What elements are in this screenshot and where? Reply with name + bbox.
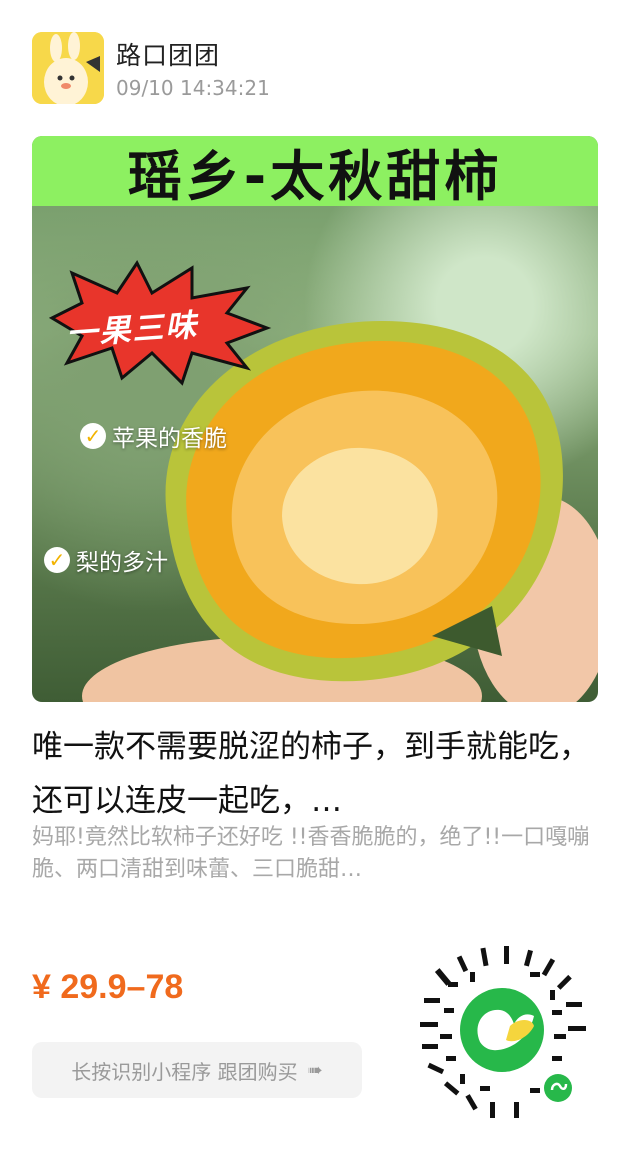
product-price: ¥ 29.9–78 [32,968,184,1006]
feature-tag-label: 苹果的香脆 [112,426,227,452]
product-banner: 瑶乡-太秋甜柿 [32,136,598,206]
product-description: 妈耶!竟然比软柿子还好吃 !!香香脆脆的，绝了!!一口嘎嘣脆、两口清甜到味蕾、三… [32,825,590,882]
check-icon: ✓ [44,547,70,573]
mini-program-code[interactable] [410,938,594,1122]
burst-label: 一果三味 [65,307,200,353]
feature-tag: ✓ 苹果的香脆 [80,419,227,453]
product-title[interactable]: 唯一款不需要脱涩的柿子，到手就能吃，还可以连皮一起吃，… [32,720,592,828]
check-icon: ✓ [80,423,106,449]
post-header: 路口团团 09/10 14:34:21 [32,32,592,104]
feature-tag: ✓ 梨的多汁 [44,543,168,577]
join-group-buy-button[interactable]: 长按识别小程序 跟团购买 ➠ [32,1042,362,1098]
feature-tag-label: 梨的多汁 [76,550,168,576]
post-timestamp: 09/10 14:34:21 [116,76,270,100]
arrow-right-icon: ➠ [307,1059,323,1081]
product-image[interactable]: 瑶乡-太秋甜柿 一果三味 ✓ 苹果的香脆 ✓ 梨的多汁 [32,136,598,702]
shop-avatar[interactable] [32,32,104,104]
join-group-buy-label: 长按识别小程序 跟团购买 [71,1059,298,1084]
shop-name[interactable]: 路口团团 [116,36,220,72]
